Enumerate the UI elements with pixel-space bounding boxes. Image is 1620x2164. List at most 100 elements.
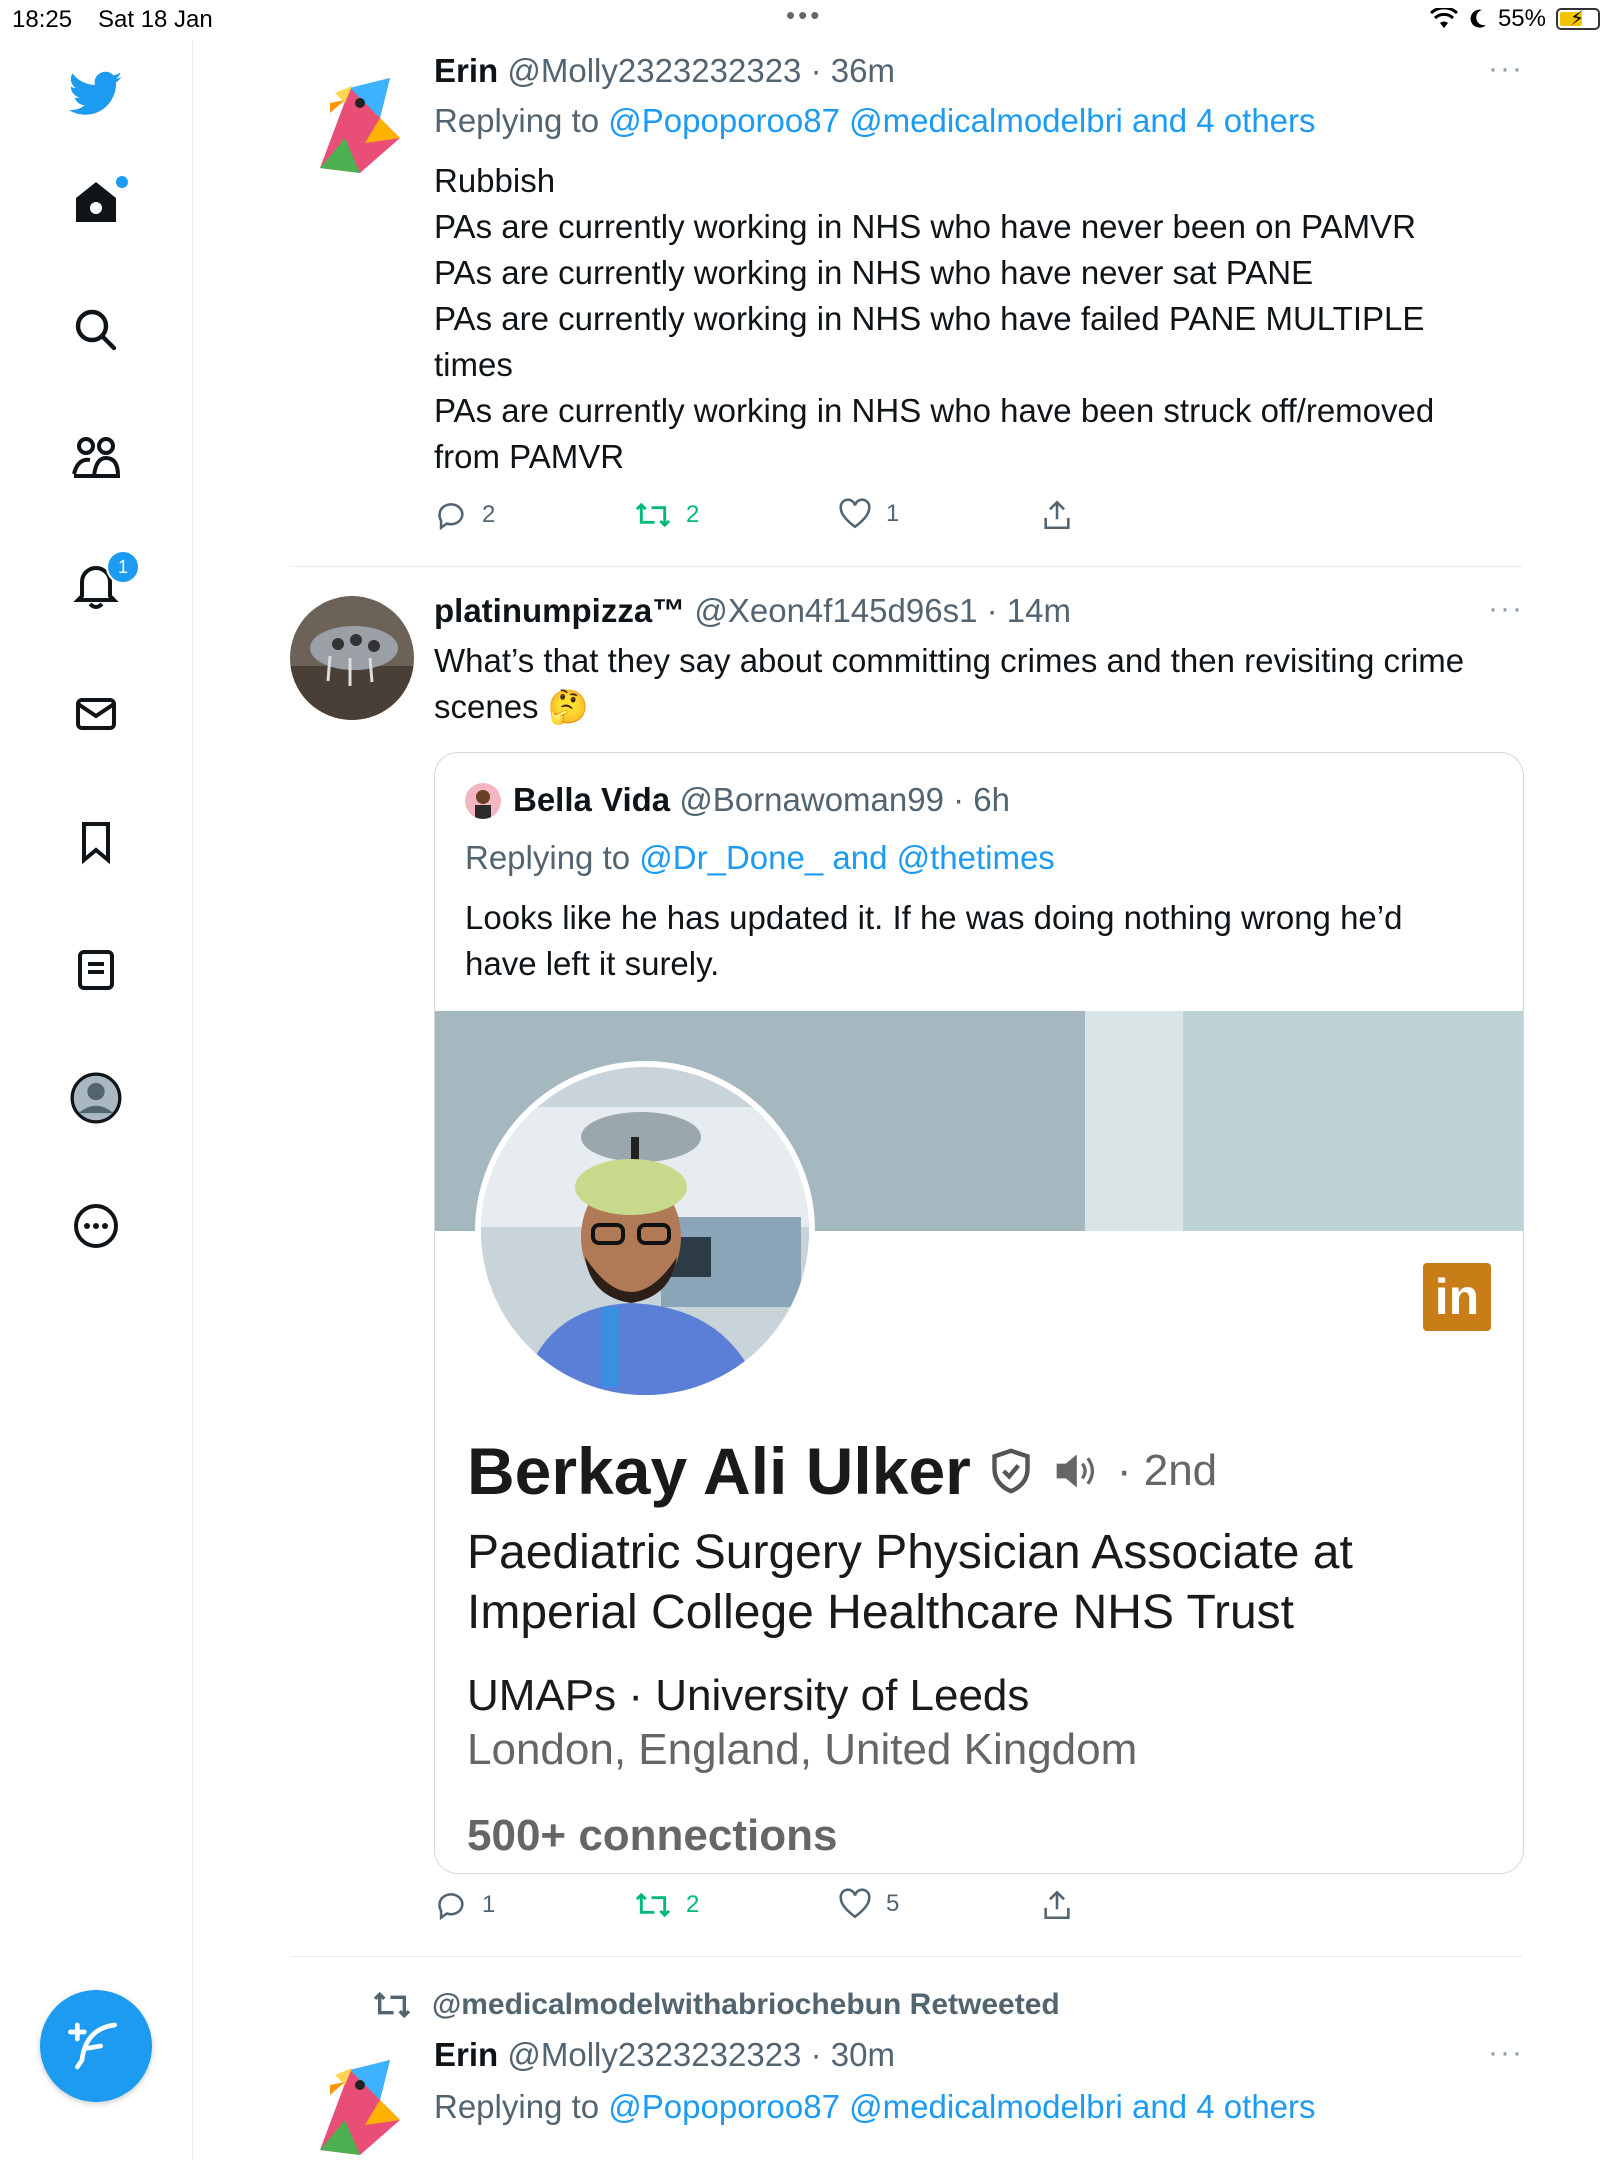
replying-label: Replying to: [434, 2088, 600, 2125]
profile-location: London, England, United Kingdom: [467, 1725, 1138, 1774]
like-count: 1: [886, 500, 900, 527]
connection-degree: · 2nd: [1116, 1446, 1218, 1495]
reply-button[interactable]: 2: [434, 498, 495, 532]
user-handle[interactable]: @Xeon4f145d96s1: [694, 592, 977, 629]
lists-icon[interactable]: [64, 938, 128, 1002]
display-name[interactable]: platinumpizza™: [434, 592, 685, 629]
tweet-line: times: [434, 346, 513, 383]
tweet-header: Erin @Molly2323232323 · 36m: [434, 52, 895, 90]
compose-feather-icon: [68, 2022, 117, 2070]
more-options-button[interactable]: ···: [1488, 2036, 1524, 2070]
home-unread-dot: [116, 176, 128, 188]
like-count: 5: [886, 1890, 900, 1917]
quoted-display-name: Bella Vida: [513, 781, 671, 818]
status-date: Sat 18 Jan: [98, 6, 213, 33]
battery-percent: 55%: [1497, 5, 1546, 32]
tweet-line: scenes 🤔: [434, 688, 589, 725]
avatar[interactable]: [290, 596, 414, 720]
retweet-button[interactable]: 2: [634, 498, 699, 532]
tweet-line: Looks like he has updated it. If he was …: [465, 899, 1403, 936]
sidebar-nav: 1: [0, 40, 193, 2160]
compose-tweet-button[interactable]: [40, 1990, 152, 2102]
tweet-line: PAs are currently working in NHS who hav…: [434, 208, 1416, 245]
user-handle[interactable]: @Molly2323232323: [507, 52, 801, 89]
tweet-header: Erin @Molly2323232323 · 30m: [434, 2036, 895, 2074]
bookmarks-icon[interactable]: [64, 810, 128, 874]
share-icon: [1044, 500, 1070, 530]
reply-icon: [438, 1893, 464, 1921]
moon-icon: [1470, 9, 1486, 28]
wifi-icon: [1429, 8, 1458, 28]
quoted-tweet-text: Looks like he has updated it. If he was …: [465, 895, 1495, 987]
quoted-avatar: [465, 783, 501, 819]
share-button[interactable]: [1040, 1888, 1074, 1922]
like-button[interactable]: 1: [838, 498, 899, 530]
replying-links[interactable]: @Popoporoo87 @medicalmodelbri and 4 othe…: [608, 2088, 1315, 2125]
heart-icon: [839, 498, 871, 529]
status-indicators: 55% ⚡: [1429, 5, 1600, 33]
communities-icon[interactable]: [64, 426, 128, 490]
replying-label: Replying to: [465, 839, 631, 876]
retweet-icon: [373, 1991, 411, 2019]
battery-icon: ⚡: [1556, 8, 1600, 30]
retweet-count: 2: [686, 1891, 700, 1918]
profile-icon[interactable]: [64, 1066, 128, 1130]
replying-to: Replying to @Popoporoo87 @medicalmodelbr…: [434, 102, 1316, 140]
tweet-actions: 1 2 5: [434, 1888, 1134, 1928]
avatar[interactable]: [290, 2040, 414, 2164]
quoted-replying-to: Replying to @Dr_Done_ and @thetimes: [465, 839, 1055, 877]
tweet-actions: 2 2 1: [434, 498, 1134, 538]
replying-label: Replying to: [434, 102, 600, 139]
reply-icon: [438, 503, 464, 531]
tweet-divider: [290, 566, 1522, 567]
verified-shield-icon: [992, 1448, 1030, 1494]
quoted-tweet-card[interactable]: Bella Vida @Bornawoman99 · 6h Replying t…: [434, 752, 1524, 1874]
tweet-line: PAs are currently working in NHS who hav…: [434, 300, 1425, 337]
profile-name: Berkay Ali Ulker: [467, 1434, 971, 1508]
profile-name-row: Berkay Ali Ulker · 2nd: [467, 1433, 1217, 1509]
reply-count: 1: [482, 1891, 496, 1918]
status-time: 18:25: [12, 6, 73, 33]
tweet-header: platinumpizza™ @Xeon4f145d96s1 · 14m: [434, 592, 1071, 630]
status-bar: 18:25 Sat 18 Jan ••• 55% ⚡: [0, 0, 1620, 40]
tweet-line: Rubbish: [434, 162, 556, 199]
retweet-count: 2: [686, 501, 700, 528]
profile-headline: Paediatric Surgery Physician Associate a…: [467, 1523, 1447, 1643]
tweet-line: have left it surely.: [465, 945, 720, 982]
linkedin-logo: in: [1423, 1263, 1491, 1331]
more-options-button[interactable]: ···: [1488, 592, 1524, 626]
reply-button[interactable]: 1: [434, 1888, 495, 1922]
user-handle[interactable]: @Molly2323232323: [507, 2036, 801, 2073]
tweet-text: What’s that they say about committing cr…: [434, 638, 1524, 730]
search-icon[interactable]: [64, 298, 128, 362]
home-icon[interactable]: [64, 170, 128, 234]
notifications-icon[interactable]: 1: [64, 550, 140, 618]
replying-links: @Dr_Done_ and @thetimes: [639, 839, 1055, 876]
retweet-icon: [635, 502, 671, 528]
share-button[interactable]: [1040, 498, 1074, 532]
more-menu-icon[interactable]: [64, 1194, 128, 1258]
heart-icon: [839, 1888, 871, 1919]
timestamp[interactable]: · 14m: [987, 592, 1071, 629]
retweet-button[interactable]: 2: [634, 1888, 699, 1922]
like-button[interactable]: 5: [838, 1888, 899, 1920]
retweet-icon: [635, 1892, 671, 1918]
retweeted-by-label[interactable]: @medicalmodelwithabriochebun Retweeted: [432, 1988, 1060, 2022]
messages-icon[interactable]: [64, 682, 128, 746]
display-name[interactable]: Erin: [434, 52, 498, 89]
twitter-logo-icon[interactable]: [64, 62, 128, 126]
profile-education: UMAPs · University of Leeds: [467, 1671, 1030, 1720]
multitasking-handle[interactable]: •••: [786, 0, 822, 31]
quoted-header: Bella Vida @Bornawoman99 · 6h: [513, 781, 1010, 819]
replying-links[interactable]: @Popoporoo87 @medicalmodelbri and 4 othe…: [608, 102, 1315, 139]
timestamp[interactable]: · 36m: [811, 52, 895, 89]
quoted-timestamp: · 6h: [953, 781, 1011, 818]
avatar[interactable]: [290, 58, 414, 182]
headline-line: Imperial College Healthcare NHS Trust: [467, 1586, 1294, 1639]
profile-connections: 500+ connections: [467, 1811, 838, 1860]
timestamp[interactable]: · 30m: [811, 2036, 895, 2073]
more-options-button[interactable]: ···: [1488, 52, 1524, 86]
display-name[interactable]: Erin: [434, 2036, 498, 2073]
tweet-line: What’s that they say about committing cr…: [434, 642, 1465, 679]
pronunciation-speaker-icon: [1056, 1454, 1094, 1488]
